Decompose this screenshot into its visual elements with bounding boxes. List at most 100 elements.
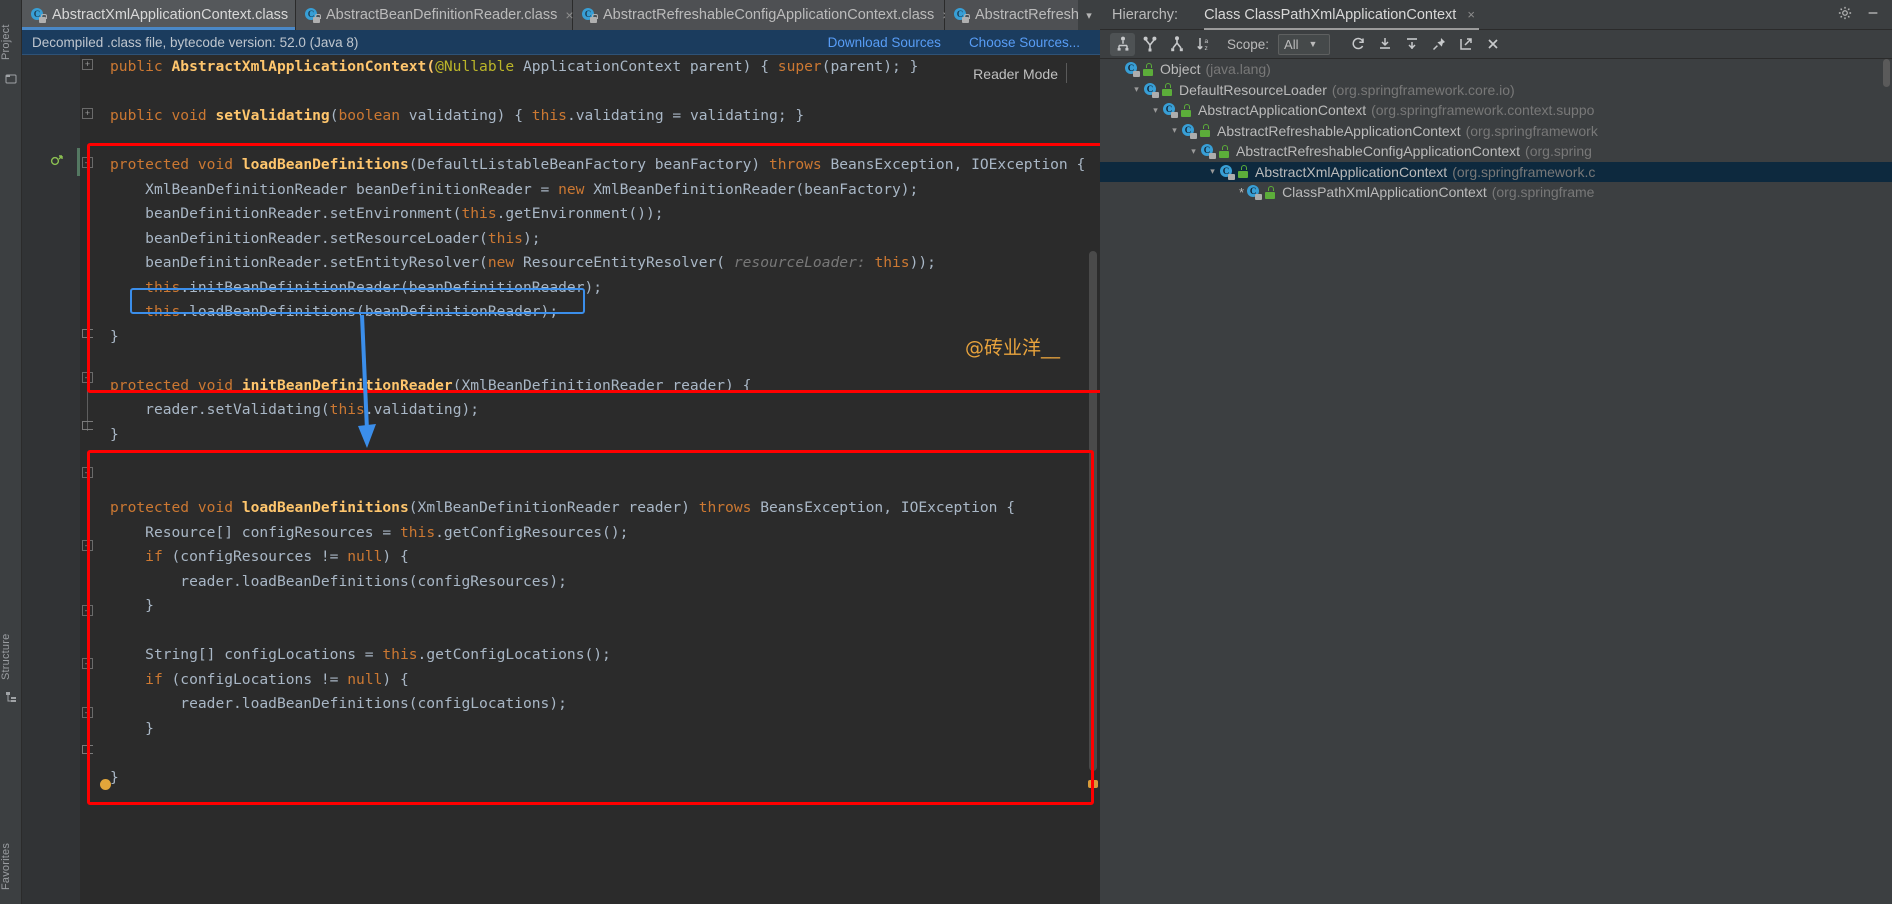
code-line: this.initBeanDefinitionReader(beanDefini… — [145, 278, 603, 296]
editor-tab-abstractrefreshableconfigapplicationcontext[interactable]: C AbstractRefreshableConfigApplicationCo… — [573, 0, 950, 30]
code-line: XmlBeanDefinitionReader beanDefinitionRe… — [145, 180, 919, 198]
settings-gear-icon[interactable] — [1831, 6, 1859, 23]
open-in-new-window-icon[interactable] — [1453, 33, 1478, 56]
pin-icon[interactable] — [1426, 33, 1451, 56]
code-line: beanDefinitionReader.setResourceLoader(t… — [145, 229, 541, 247]
hierarchy-package-name: (org.spring — [1525, 143, 1592, 160]
hierarchy-tree-row[interactable]: ▾ C AbstractApplicationContext (org.springf… — [1100, 100, 1892, 121]
hierarchy-tree-row[interactable]: ▾ C AbstractRefreshableApplicationContext(… — [1100, 121, 1892, 142]
close-icon[interactable] — [1480, 33, 1505, 56]
reader-mode-label[interactable]: Reader Mode — [973, 66, 1058, 82]
code-line: beanDefinitionReader.setEntityResolver(n… — [145, 254, 936, 271]
hierarchy-tab-close-icon[interactable]: × — [1467, 7, 1475, 22]
chevron-down-icon[interactable]: ▾ — [1148, 103, 1163, 118]
java-class-icon: C — [1220, 164, 1235, 180]
java-class-icon: C — [31, 7, 47, 23]
editor-fold-gutter[interactable] — [80, 55, 102, 904]
scope-value: All — [1284, 36, 1299, 52]
notification-message: Decompiled .class file, bytecode version… — [32, 34, 359, 50]
chevron-down-icon[interactable]: ▾ — [1078, 0, 1100, 30]
fold-marker[interactable]: + — [82, 59, 93, 70]
editor-tab-label: AbstractRefreshableConfigApplicationCont… — [603, 7, 935, 23]
editor-tab-abstractrefreshab[interactable]: C AbstractRefreshab — [945, 0, 1095, 30]
code-line: reader.loadBeanDefinitions(configResourc… — [180, 572, 567, 590]
hierarchy-tab-classpathxmlapplicationcontext[interactable]: Class ClassPathXmlApplicationContext × — [1204, 0, 1479, 30]
chevron-down-icon[interactable]: ▾ — [1186, 144, 1201, 159]
code-editor[interactable]: + + – – – – – – – public AbstractXmlAppl… — [22, 55, 1100, 904]
public-visibility-icon — [1199, 124, 1212, 138]
hierarchy-package-name: (org.springframework.context.suppo — [1371, 102, 1595, 119]
fold-marker[interactable]: – — [82, 372, 93, 383]
class-hierarchy-icon[interactable] — [1110, 32, 1135, 56]
expand-all-icon[interactable] — [1372, 33, 1397, 56]
chevron-down-icon[interactable]: ▾ — [1205, 164, 1220, 179]
editor-tab-bar: C AbstractXmlApplicationContext.class × … — [22, 0, 1100, 30]
code-line: if (configLocations != null) { — [145, 670, 409, 688]
hierarchy-tree-row[interactable]: * C ClassPathXmlApplicationContext (org.spr… — [1100, 182, 1892, 203]
minimize-icon[interactable] — [1859, 6, 1892, 23]
java-class-icon: C — [582, 7, 598, 23]
code-line: if (configResources != null) { — [145, 548, 409, 565]
sort-alphabetically-icon[interactable]: az — [1191, 33, 1216, 56]
code-line: this.loadBeanDefinitions(beanDefinitionR… — [145, 303, 559, 320]
svg-text:z: z — [1204, 45, 1207, 52]
code-line: } — [110, 425, 119, 443]
hierarchy-tree-row[interactable]: ▾ C AbstractRefreshableConfigApplicationCo… — [1100, 141, 1892, 162]
overriding-method-icon[interactable] — [50, 153, 64, 167]
hierarchy-tree-row[interactable]: ▾ C DefaultResourceLoader (org.springframew… — [1100, 80, 1892, 101]
supertypes-hierarchy-icon[interactable] — [1137, 33, 1162, 56]
hierarchy-tree[interactable]: C Object (java.lang) ▾ C DefaultResourceLoade… — [1100, 59, 1892, 904]
editor-tab-abstractxmlapplicationcontext[interactable]: C AbstractXmlApplicationContext.class × — [22, 0, 304, 30]
java-class-icon: C — [1247, 185, 1263, 201]
warning-stripe[interactable] — [1088, 780, 1098, 788]
hierarchy-tool-window: Hierarchy: Class ClassPathXmlApplication… — [1100, 0, 1892, 904]
public-visibility-icon — [1180, 103, 1193, 117]
java-class-icon: C — [1163, 103, 1178, 119]
sidebar-button-structure[interactable]: Structure — [0, 612, 22, 684]
choose-sources-link[interactable]: Choose Sources... — [969, 35, 1080, 50]
code-line: protected void loadBeanDefinitions(XmlBe… — [110, 499, 1016, 516]
sidebar-button-favorites[interactable]: Favorites — [0, 820, 22, 894]
structure-icon[interactable] — [5, 690, 17, 702]
editor-scrollbar[interactable] — [1089, 251, 1097, 771]
hierarchy-package-name: (org.springframework.core.io) — [1331, 81, 1515, 98]
chevron-down-icon[interactable]: ▾ — [1167, 123, 1182, 138]
java-class-icon: C — [1201, 144, 1216, 160]
fold-marker[interactable]: – — [82, 157, 93, 168]
editor-tab-abstractbeandefinitionreader[interactable]: C AbstractBeanDefinitionReader.class × — [296, 0, 574, 30]
project-files-icon[interactable] — [5, 72, 17, 84]
hierarchy-class-name: AbstractXmlApplicationContext — [1255, 163, 1448, 180]
hierarchy-tree-row[interactable]: ▾ C AbstractXmlApplicationContext (org.spri… — [1100, 161, 1892, 182]
hierarchy-tab-label: Class ClassPathXmlApplicationContext — [1204, 6, 1457, 23]
svg-text:a: a — [1204, 38, 1208, 45]
public-visibility-icon — [1264, 185, 1277, 199]
decompiled-notification-bar: Decompiled .class file, bytecode version… — [22, 30, 1100, 55]
fold-marker[interactable]: – — [82, 540, 93, 551]
java-class-icon: C — [954, 7, 970, 23]
left-tool-strip: Project Structure Favorites — [0, 0, 22, 904]
fold-marker[interactable]: – — [82, 658, 93, 669]
download-sources-link[interactable]: Download Sources — [828, 35, 941, 50]
scope-dropdown[interactable]: All ▼ — [1278, 33, 1331, 55]
sidebar-button-structure-label: Structure — [0, 633, 12, 680]
fold-marker[interactable]: – — [82, 605, 93, 616]
editor-gutter[interactable] — [22, 55, 80, 904]
chevron-down-icon[interactable]: ▾ — [1129, 82, 1144, 97]
fold-marker[interactable]: – — [82, 467, 93, 478]
public-visibility-icon — [1237, 165, 1250, 179]
hierarchy-header: Hierarchy: Class ClassPathXmlApplication… — [1100, 0, 1892, 30]
sidebar-button-project[interactable]: Project — [0, 2, 22, 64]
public-visibility-icon — [1218, 144, 1231, 158]
hierarchy-tree-row[interactable]: C Object (java.lang) — [1100, 59, 1892, 80]
fold-marker[interactable]: + — [82, 108, 93, 119]
hierarchy-toolbar: az Scope: All ▼ — [1100, 30, 1892, 90]
public-visibility-icon — [1142, 62, 1155, 76]
code-content[interactable]: public AbstractXmlApplicationContext(@Nu… — [110, 55, 1100, 790]
fold-marker[interactable]: – — [82, 707, 93, 718]
refresh-icon[interactable] — [1345, 33, 1370, 56]
collapse-all-icon[interactable] — [1399, 33, 1424, 56]
subtypes-hierarchy-icon[interactable] — [1164, 33, 1189, 56]
